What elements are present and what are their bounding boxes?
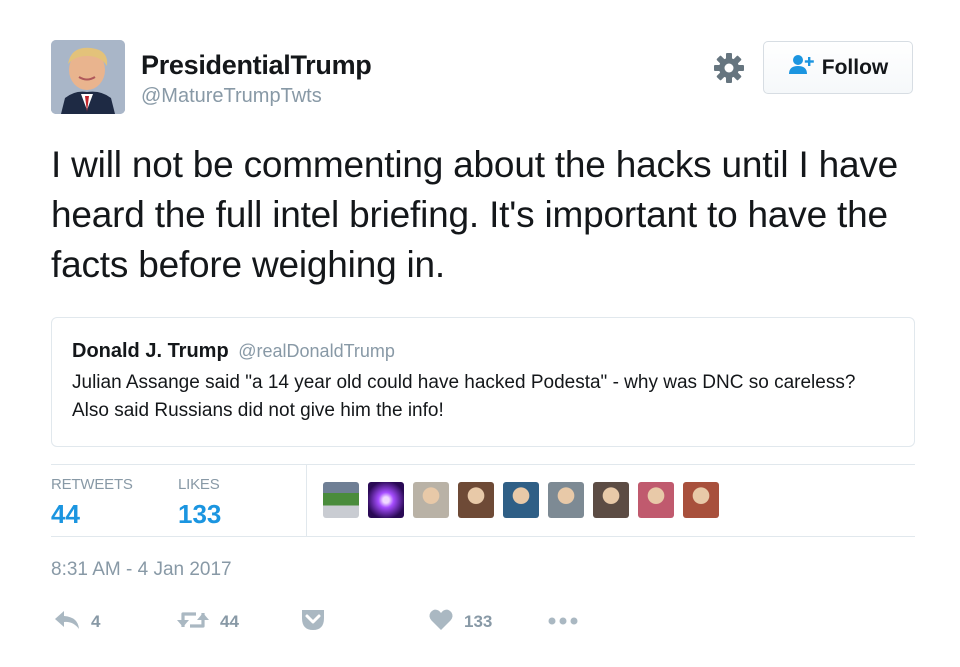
quoted-tweet-text: Julian Assange said "a 14 year old could… [72,372,856,421]
retweet-button[interactable]: 44 [176,608,239,636]
liker-avatar-woman-red[interactable] [638,482,674,518]
liker-avatar-man-red[interactable] [683,482,719,518]
retweets-label: RETWEETS [51,476,133,493]
liker-avatar-purple-orb[interactable] [368,482,404,518]
follow-person-plus-icon [788,54,814,81]
more-dots-icon [547,613,579,631]
save-to-pocket-button[interactable] [300,608,326,636]
quoted-tweet[interactable]: Donald J. Trump @realDonaldTrump Julian … [51,317,915,447]
user-display-name[interactable]: PresidentialTrump [141,50,372,81]
retweet-icon [176,609,210,636]
quoted-tweet-handle: @realDonaldTrump [238,341,395,361]
reply-icon [53,609,81,636]
stats-separator [306,465,307,536]
heart-icon [428,608,454,637]
pocket-icon [300,608,326,637]
liker-avatar-sketch-portrait[interactable] [413,482,449,518]
likes-label: LIKES [178,476,220,493]
retweets-stat[interactable]: RETWEETS 44 [51,476,133,530]
retweet-count: 44 [220,612,239,631]
likes-stat[interactable]: LIKES 133 [178,476,221,530]
like-count: 133 [464,612,493,631]
liker-avatar-group[interactable] [548,482,584,518]
quoted-tweet-header: Donald J. Trump @realDonaldTrump [72,340,894,363]
liker-avatar-man-beard[interactable] [593,482,629,518]
reply-button[interactable]: 4 [53,608,100,636]
like-button[interactable]: 133 [428,608,492,636]
liker-avatar-man-blue[interactable] [503,482,539,518]
follow-button-label: Follow [821,55,889,79]
more-options-button[interactable] [547,608,579,636]
likers-avatar-list [323,482,719,518]
user-handle[interactable]: @MatureTrumpTwts [141,85,322,108]
tweet-text: I will not be commenting about the hacks… [51,144,899,285]
stats-bottom-divider [51,536,915,537]
likes-count: 133 [178,499,222,529]
tweet-timestamp[interactable]: 8:31 AM - 4 Jan 2017 [51,559,232,581]
stats-top-divider [51,464,915,465]
quoted-tweet-author: Donald J. Trump [72,340,229,362]
liker-avatar-obama-cheer[interactable] [323,482,359,518]
retweets-count: 44 [51,499,80,529]
gear-icon[interactable] [713,52,745,84]
liker-avatar-woman-hair[interactable] [458,482,494,518]
user-avatar[interactable] [51,40,125,114]
follow-button[interactable]: Follow [763,41,913,94]
reply-count: 4 [91,612,101,631]
